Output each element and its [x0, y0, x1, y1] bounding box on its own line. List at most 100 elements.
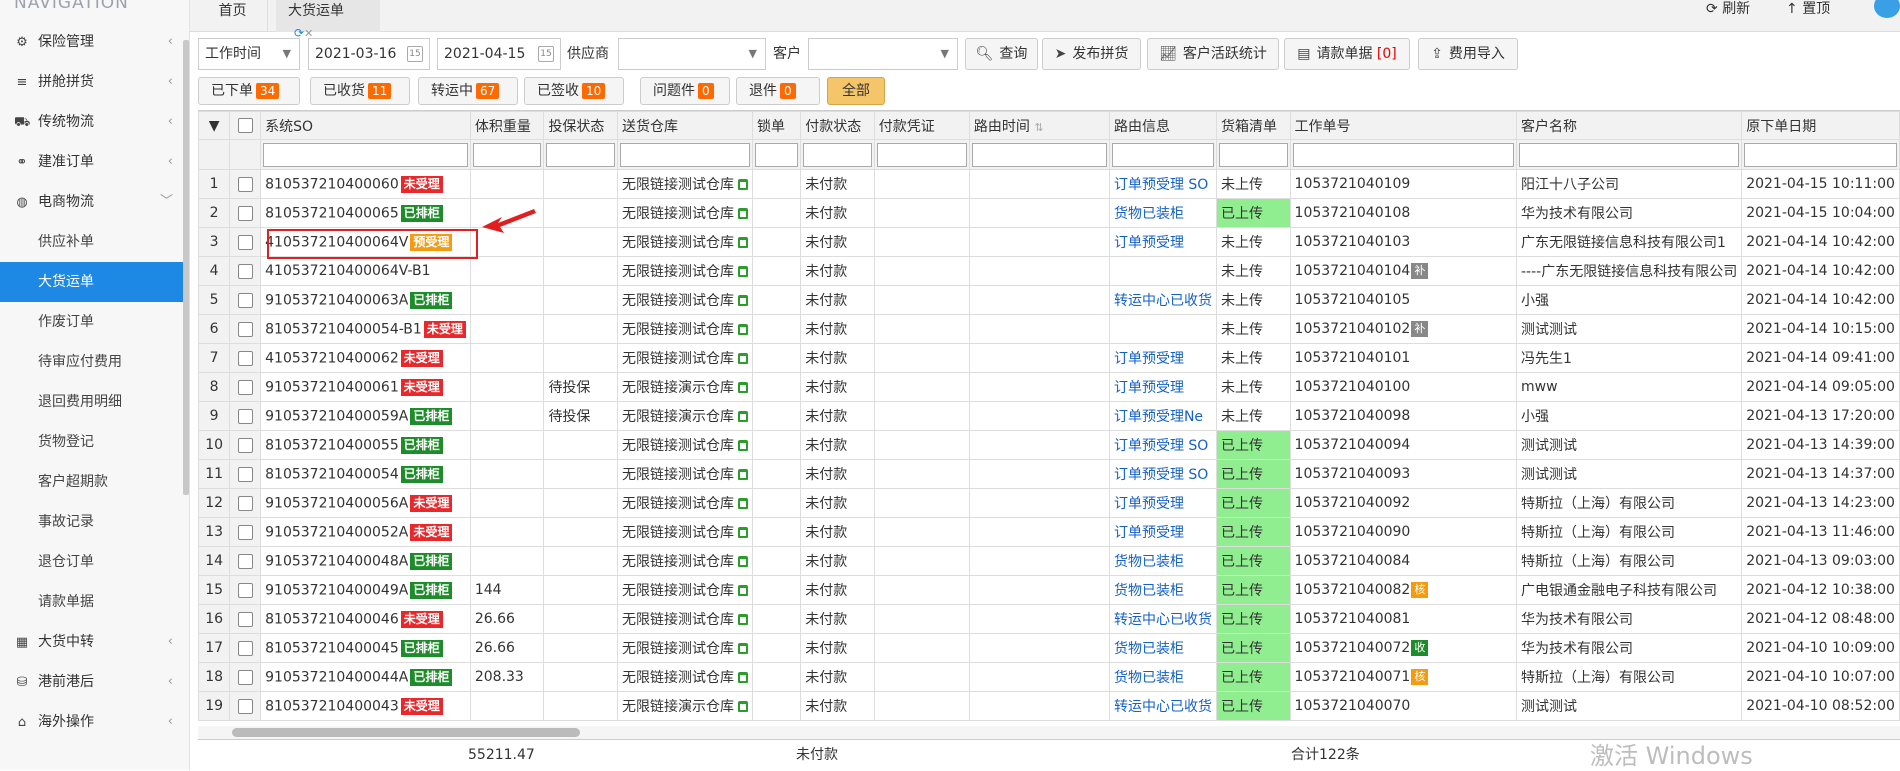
- route-info-link[interactable]: 订单预受理 SO: [1114, 177, 1208, 193]
- row-checkbox[interactable]: [237, 408, 253, 424]
- row-checkbox[interactable]: [237, 437, 253, 453]
- filter-volume-input[interactable]: [472, 142, 542, 167]
- so-number[interactable]: 810537210400045: [265, 640, 399, 656]
- row-checkbox[interactable]: [237, 495, 253, 511]
- sidebar-subitem[interactable]: 请款单据: [0, 582, 189, 622]
- so-number[interactable]: 910537210400056A: [265, 495, 408, 511]
- row-checkbox[interactable]: [237, 176, 253, 192]
- sidebar-subitem[interactable]: 大货运单: [0, 262, 189, 302]
- lock-icon[interactable]: [738, 323, 749, 335]
- time-type-select[interactable]: 工作时间 ▼: [198, 38, 300, 70]
- sidebar-item[interactable]: ◍ 电商物流 ﹀: [0, 182, 189, 222]
- table-row[interactable]: 10 810537210400055 已排柜 无限链接测试仓库 未付款 订单预受理 SO 已…: [198, 430, 1900, 460]
- sidebar-subitem[interactable]: 退仓订单: [0, 542, 189, 582]
- status-tab[interactable]: 已收货 11: [310, 77, 410, 105]
- route-info-link[interactable]: 订单预受理: [1114, 235, 1184, 251]
- route-info-link[interactable]: 订单预受理: [1114, 380, 1184, 396]
- route-info-link[interactable]: 货物已装柜: [1114, 554, 1184, 570]
- calendar-icon[interactable]: 15: [538, 46, 554, 62]
- lock-icon[interactable]: [738, 642, 749, 654]
- filter-so-input[interactable]: [263, 142, 468, 167]
- sidebar-item[interactable]: ⚭ 建准订单 ‹: [0, 142, 189, 182]
- col-header-so[interactable]: 系统SO: [260, 111, 471, 140]
- lock-icon[interactable]: [738, 613, 749, 625]
- col-header-pay-voucher[interactable]: 付款凭证: [873, 111, 970, 140]
- route-info-link[interactable]: 订单预受理Ne: [1114, 409, 1203, 425]
- sidebar-item[interactable]: ≡ 拼舱拼货 ‹: [0, 62, 189, 102]
- row-checkbox[interactable]: [237, 263, 253, 279]
- col-header-warehouse[interactable]: 送货仓库: [617, 111, 754, 140]
- lock-icon[interactable]: [738, 439, 749, 451]
- sidebar-subitem[interactable]: 退回费用明细: [0, 382, 189, 422]
- lock-icon[interactable]: [738, 294, 749, 306]
- filter-box-list-input[interactable]: [1218, 142, 1288, 167]
- table-row[interactable]: 11 810537210400054 已排柜 无限链接测试仓库 未付款 订单预受理 SO 已…: [198, 459, 1900, 489]
- supplier-select[interactable]: ▼: [618, 38, 766, 70]
- so-number[interactable]: 410537210400062: [265, 350, 399, 366]
- so-number[interactable]: 910537210400049A: [265, 582, 408, 598]
- filter-customer-input[interactable]: [1518, 142, 1740, 167]
- lock-icon[interactable]: [738, 584, 749, 596]
- route-info-link[interactable]: 转运中心已收货: [1114, 293, 1212, 309]
- lock-icon[interactable]: [738, 236, 749, 248]
- status-tab[interactable]: 已签收 10: [524, 77, 624, 105]
- so-number[interactable]: 810537210400043: [265, 698, 399, 714]
- search-button[interactable]: 🔍︎ 查询: [965, 38, 1038, 70]
- lock-icon[interactable]: [738, 497, 749, 509]
- sidebar-item[interactable]: ⌂ 海外操作 ‹: [0, 702, 189, 742]
- filter-route-time-input[interactable]: [971, 142, 1107, 167]
- filter-pay-voucher-input[interactable]: [876, 142, 967, 167]
- table-row[interactable]: 5 910537210400063A 已排柜 无限链接测试仓库 未付款 转运中心已收货 未上…: [198, 285, 1900, 315]
- so-number[interactable]: 810537210400054-B1: [265, 321, 422, 337]
- calendar-icon[interactable]: 15: [407, 46, 423, 62]
- so-number[interactable]: 810537210400060: [265, 176, 399, 192]
- so-number[interactable]: 810537210400055: [265, 437, 399, 453]
- row-checkbox[interactable]: [237, 466, 253, 482]
- route-info-link[interactable]: 货物已装柜: [1114, 206, 1184, 222]
- table-row[interactable]: 2 810537210400065 已排柜 无限链接测试仓库 未付款 货物已装柜 已上传 10…: [198, 198, 1900, 228]
- col-header-lock[interactable]: 锁单: [752, 111, 802, 140]
- row-checkbox[interactable]: [237, 292, 253, 308]
- row-checkbox[interactable]: [237, 669, 253, 685]
- sidebar-item[interactable]: ⚙ 保险管理 ‹: [0, 22, 189, 62]
- select-all-checkbox[interactable]: [229, 111, 262, 140]
- table-row[interactable]: 15 910537210400049A 已排柜 144 无限链接测试仓库 未付款 货物已装柜…: [198, 575, 1900, 605]
- col-header-customer[interactable]: 客户名称: [1515, 111, 1743, 140]
- sidebar-subitem[interactable]: 客户超期款: [0, 462, 189, 502]
- table-row[interactable]: 14 910537210400048A 已排柜 无限链接测试仓库 未付款 货物已装柜 已上传…: [198, 546, 1900, 576]
- row-checkbox[interactable]: [237, 205, 253, 221]
- lock-icon[interactable]: [738, 207, 749, 219]
- status-tab[interactable]: 转运中 67: [418, 77, 518, 105]
- table-row[interactable]: 4 410537210400064V-B1 无限链接测试仓库 未付款 未上传 105372…: [198, 256, 1900, 286]
- table-row[interactable]: 16 810537210400046 未受理 26.66 无限链接测试仓库 未付款 转运中心…: [198, 604, 1900, 634]
- table-row[interactable]: 18 910537210400044A 已排柜 208.33 无限链接测试仓库 未付款 货物…: [198, 662, 1900, 692]
- table-row[interactable]: 8 910537210400061 未受理 待投保 无限链接演示仓库 未付款 订单预受理 未上…: [198, 372, 1900, 402]
- status-tab-all[interactable]: 全部: [827, 77, 885, 105]
- so-number[interactable]: 810537210400046: [265, 611, 399, 627]
- lock-icon[interactable]: [738, 352, 749, 364]
- col-header-job-no[interactable]: 工作单号: [1289, 111, 1517, 140]
- table-row[interactable]: 6 810537210400054-B1 未受理 无限链接测试仓库 未付款 未上传 1053…: [198, 314, 1900, 344]
- row-checkbox[interactable]: [237, 524, 253, 540]
- filter-order-date-input[interactable]: [1744, 142, 1897, 167]
- so-number[interactable]: 910537210400061: [265, 379, 399, 395]
- fee-import-button[interactable]: ⇪ 费用导入: [1418, 38, 1518, 70]
- route-info-link[interactable]: 转运中心已收货: [1114, 612, 1212, 628]
- lock-icon[interactable]: [738, 265, 749, 277]
- so-number[interactable]: 810537210400054: [265, 466, 399, 482]
- refresh-button[interactable]: ⟳ 刷新: [1706, 0, 1750, 18]
- route-info-link[interactable]: 订单预受理: [1114, 525, 1184, 541]
- filter-icon[interactable]: ▼: [198, 111, 231, 140]
- so-number[interactable]: 810537210400065: [265, 205, 399, 221]
- customer-stats-button[interactable]: 📈︎ 客户活跃统计: [1147, 38, 1279, 70]
- lock-icon[interactable]: [738, 381, 749, 393]
- lock-icon[interactable]: [738, 671, 749, 683]
- sidebar-subitem[interactable]: 作废订单: [0, 302, 189, 342]
- lock-icon[interactable]: [738, 526, 749, 538]
- so-number[interactable]: 910537210400059A: [265, 408, 408, 424]
- lock-icon[interactable]: [738, 468, 749, 480]
- filter-insurance-input[interactable]: [546, 142, 616, 167]
- pin-top-button[interactable]: ↑ 置顶: [1786, 0, 1830, 18]
- row-checkbox[interactable]: [237, 611, 253, 627]
- status-tab[interactable]: 退件 0: [736, 77, 820, 105]
